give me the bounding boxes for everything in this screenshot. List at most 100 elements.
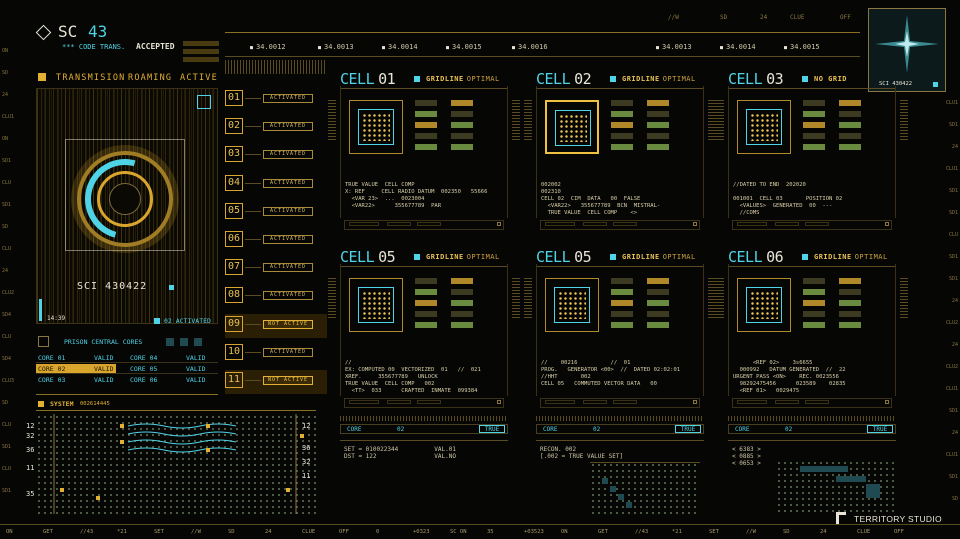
prison-table: CORE 01 VALID CORE 04 VALID CORE 02 VALI… xyxy=(36,352,218,386)
core-bar-2[interactable]: CORE 02 TRUE xyxy=(536,424,704,434)
grid-block xyxy=(626,502,632,508)
cell-panel-5[interactable]: CELL 05 GRIDLINE OPTIMAL// 00216 // 01 PROG… xyxy=(524,248,716,418)
prison-sq-3 xyxy=(194,338,202,346)
status-chip xyxy=(451,300,473,306)
matrix-display[interactable] xyxy=(349,100,403,154)
prison-row-1[interactable]: CORE 01 VALID CORE 04 VALID xyxy=(36,352,218,363)
panel-readout: // 00216 // 01 PROG. GENERATOR <00> // D… xyxy=(541,360,681,387)
top-rule xyxy=(225,32,860,33)
cell-panel-4[interactable]: CELL 05 GRIDLINE OPTIMAL// EX: COMPUTED 00 … xyxy=(328,248,520,418)
status-chip xyxy=(803,144,825,150)
cell-number: 11 xyxy=(225,372,243,388)
matrix-display[interactable] xyxy=(737,278,791,332)
status-chip xyxy=(803,278,825,284)
status-chip xyxy=(647,322,669,328)
cell-number: 08 xyxy=(225,287,243,304)
footer-cell xyxy=(805,222,829,226)
core-bar-3[interactable]: CORE 02 TRUE xyxy=(728,424,896,434)
side-ticks xyxy=(524,278,532,318)
footer-cell xyxy=(349,222,379,226)
panel-frame: // EX: COMPUTED 00 VECTORIZED 01 // 021 … xyxy=(340,264,508,396)
panel-gridline-status: GRIDLINE OPTIMAL xyxy=(414,253,500,261)
side-ticks xyxy=(512,100,520,140)
left-tick: CLU2 xyxy=(2,290,15,296)
cell-row-07[interactable]: 07 ACTIVATED xyxy=(225,257,327,281)
top-num-3: 34.0015 xyxy=(446,43,482,51)
status-chip xyxy=(611,144,633,150)
prison-divider xyxy=(36,394,218,395)
panel-footer xyxy=(540,220,700,230)
cell-connector xyxy=(245,351,261,353)
footer-box xyxy=(497,400,501,404)
sys-num-0: 12 xyxy=(26,422,35,430)
bottom-status-item: 0 xyxy=(376,529,380,535)
left-tick: ON xyxy=(2,136,9,142)
core-bar-label: CORE xyxy=(735,426,750,433)
prison-row-2[interactable]: CORE 02 VALID CORE 05 VALID xyxy=(36,363,218,374)
matrix-display[interactable] xyxy=(349,278,403,332)
cell-row-02[interactable]: 02 ACTIVATED xyxy=(225,116,327,140)
cell-row-06[interactable]: 06 ACTIVATED xyxy=(225,229,327,253)
cell-status: ACTIVATED xyxy=(263,94,313,103)
core-02: CORE 02 xyxy=(38,365,66,373)
scanner-viewport[interactable]: SCI 430422 14:39 xyxy=(36,88,218,324)
bottom-status-item: GET xyxy=(43,529,53,535)
footer-cell xyxy=(737,400,767,404)
cell-row-04[interactable]: 04 ACTIVATED xyxy=(225,173,327,197)
side-ticks xyxy=(708,278,716,318)
matrix-display[interactable] xyxy=(545,278,599,332)
territory-logo-icon xyxy=(836,512,846,524)
footer-box xyxy=(693,400,697,404)
cell-panel-2[interactable]: CELL 02 GRIDLINE OPTIMAL 002002 002310 CELL … xyxy=(524,70,716,240)
cell-row-05[interactable]: 05 ACTIVATED xyxy=(225,201,327,225)
status-chip xyxy=(415,311,437,317)
core-bar-ticks xyxy=(536,416,704,421)
core-bar-1[interactable]: CORE 02 TRUE xyxy=(340,424,508,434)
bottom-status-item: 24 xyxy=(265,529,272,535)
compass-star-icon xyxy=(875,15,939,73)
left-tick: 24 xyxy=(2,268,9,274)
prison-checkbox[interactable] xyxy=(38,336,49,347)
cell-row-09[interactable]: 09 NOT ACTIVE xyxy=(225,313,327,338)
bottom-status-item: //43 xyxy=(80,529,94,535)
hdr-r-0: //W xyxy=(668,14,679,21)
core-bar-rule xyxy=(728,440,896,441)
cell-row-03[interactable]: 03 ACTIVATED xyxy=(225,144,327,168)
side-ticks xyxy=(328,100,336,140)
matrix-dots xyxy=(750,291,778,319)
cell-panel-3[interactable]: CELL 03 NO GRID//DATED TO END 202020 00100… xyxy=(716,70,908,240)
sys-num-r-1: 36 xyxy=(302,444,311,452)
footer-box xyxy=(885,400,889,404)
core-bar-ticks xyxy=(340,416,508,421)
cell-row-11[interactable]: 11 NOT ACTIVE xyxy=(225,370,327,394)
cell-panel-1[interactable]: CELL 01 GRIDLINE OPTIMAL TRUE VALUE CELL COM… xyxy=(328,70,520,240)
bottom-status-item: 35 xyxy=(487,529,494,535)
cell-status: NOT ACTIVE xyxy=(263,319,313,329)
sys-num-r-2: 32 xyxy=(302,458,311,466)
status-chip xyxy=(803,322,825,328)
status-chip xyxy=(451,100,473,106)
footer-box xyxy=(693,222,697,226)
activated-02-indicator xyxy=(154,318,160,324)
side-ticks xyxy=(900,100,908,140)
cell-row-10[interactable]: 10 ACTIVATED xyxy=(225,342,327,366)
status-chip xyxy=(415,300,437,306)
matrix-display[interactable] xyxy=(737,100,791,154)
status-chip xyxy=(415,100,437,106)
cell-row-08[interactable]: 08 ACTIVATED xyxy=(225,285,327,309)
status-chip xyxy=(839,144,861,150)
status-chip xyxy=(415,322,437,328)
footer-cell xyxy=(387,222,411,226)
panel-gridline-status: GRIDLINE OPTIMAL xyxy=(610,75,696,83)
bottom-status-item: SD xyxy=(228,529,235,535)
top-num-2: 34.0014 xyxy=(382,43,418,51)
system-graph[interactable]: 12 32 36 11 35 12 36 32 11 xyxy=(26,414,316,514)
right-tick: SD1 xyxy=(948,210,958,216)
cell-panel-6[interactable]: CELL 06 GRIDLINE OPTIMAL <REF 02> 3s6655 00… xyxy=(716,248,908,418)
core-bar-rule xyxy=(340,440,508,441)
cell-number: 03 xyxy=(225,146,243,163)
status-chip xyxy=(803,300,825,306)
matrix-display[interactable] xyxy=(545,100,599,154)
prison-row-3[interactable]: CORE 03 VALID CORE 06 VALID xyxy=(36,374,218,385)
cell-row-01[interactable]: 01 ACTIVATED xyxy=(225,88,327,112)
